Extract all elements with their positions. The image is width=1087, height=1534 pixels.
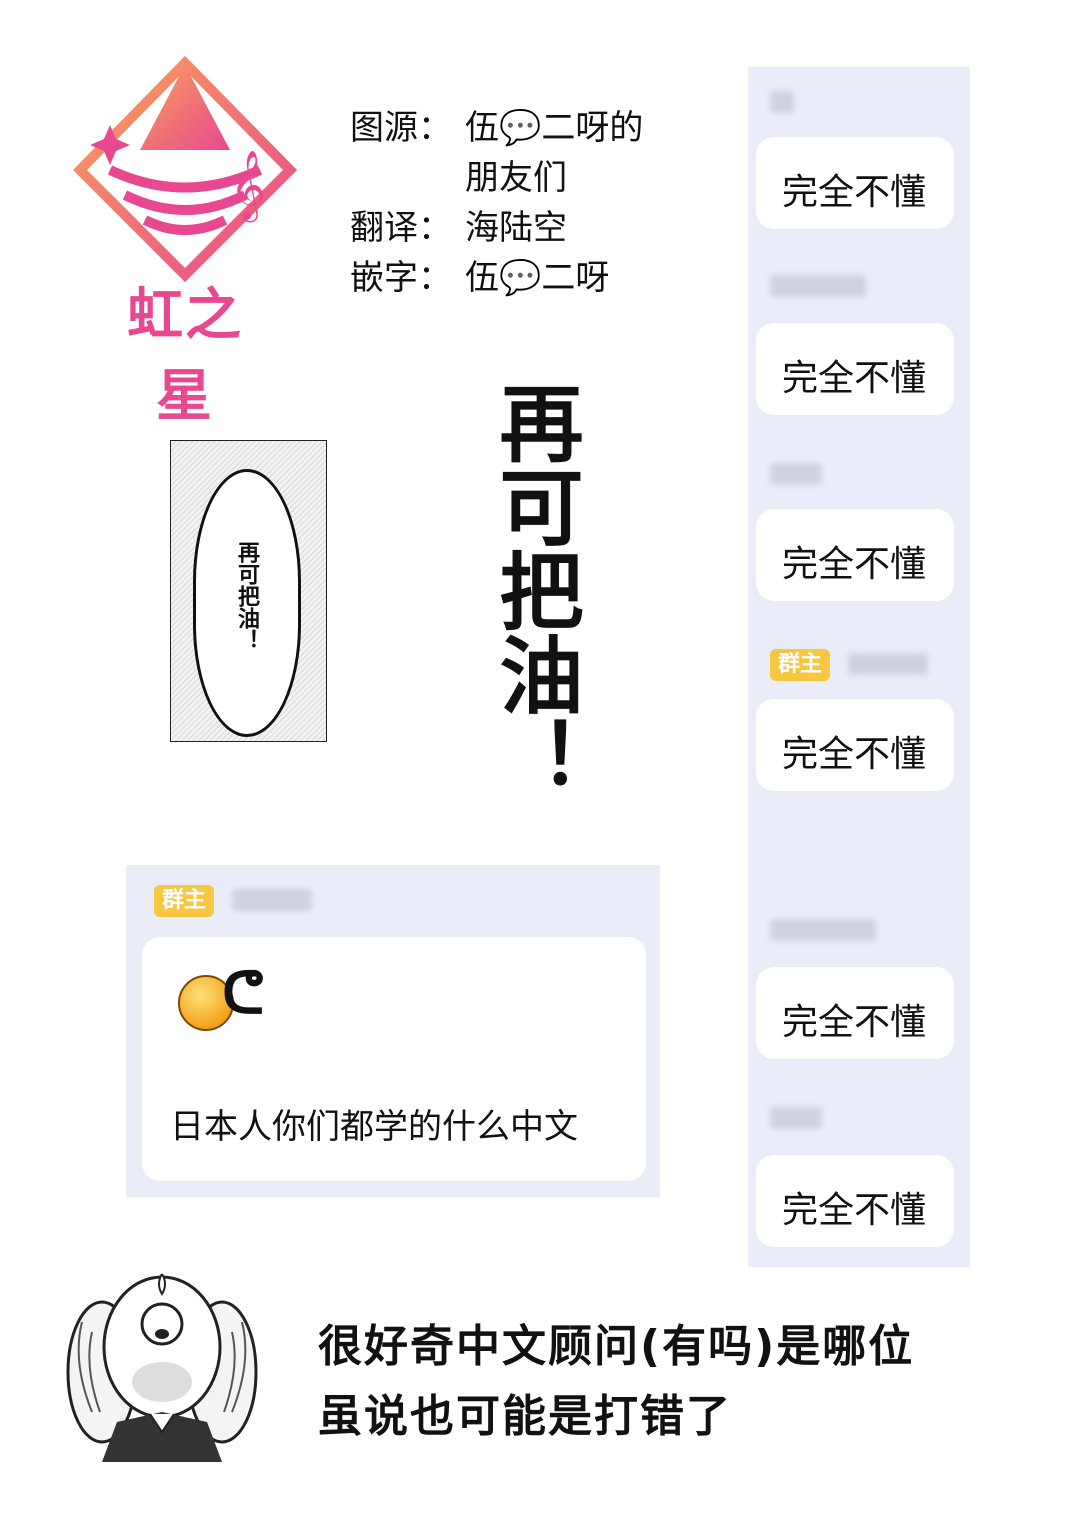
credit-value: 伍💬二呀 [465,258,610,298]
message-text: 完全不懂 [782,358,927,399]
credit-value: 朋友们 [465,158,567,198]
credit-label: 嵌字： [350,258,452,298]
owner-badge: 群主 [770,649,831,681]
message-text: 完全不懂 [782,172,927,213]
star-music-icon: 𝄞 [72,55,298,283]
owner-badge: 群主 [154,885,215,917]
credit-translate: 翻译： 海陆空 [350,200,567,249]
credit-source-cont: 朋友们 [350,150,567,199]
svg-text:𝄞: 𝄞 [230,150,265,222]
blurred-username [848,653,928,675]
blurred-username [770,919,876,941]
note-line-2: 虽说也可能是打错了 [318,1391,732,1442]
manga-panel: 再可把油！ [170,440,327,742]
blurred-username [770,91,794,113]
message-bubble: 完全不懂 [756,1155,954,1247]
message-text: 日本人你们都学的什么中文 [170,1107,578,1147]
message-bubble: 完全不懂 [756,323,954,415]
logo-text: 虹之星 [127,283,243,429]
message-bubble: 完全不懂 [756,967,954,1059]
blurred-username [770,1107,822,1129]
message-bubble: 完全不懂 [756,509,954,601]
message-text: 完全不懂 [782,734,927,775]
message-bubble: 完全不懂 [756,137,954,229]
big-vertical-text: 再可把油！ [486,380,585,800]
message-bubble: ᕦ 日本人你们都学的什么中文 [142,937,646,1181]
speech-bubble-text: 再可把油！ [234,541,259,651]
blurred-username [770,275,866,297]
credit-value: 海陆空 [465,208,567,248]
credit-label: 翻译： [350,208,452,248]
message-bubble: 完全不懂 [756,699,954,791]
note-line-1: 很好奇中文顾问(有吗)是哪位 [318,1321,915,1372]
message-text: 完全不懂 [782,1002,927,1043]
mascot-icon [66,1273,258,1462]
chat-column-right: 完全不懂 完全不懂 完全不懂 群主 完全不懂 完全不懂 完全不懂 [748,67,970,1267]
chat-card-left: 群主 ᕦ 日本人你们都学的什么中文 [126,865,660,1197]
credit-value: 伍💬二呀的 [465,108,644,148]
message-text: 完全不懂 [782,544,927,585]
credit-typeset: 嵌字： 伍💬二呀 [350,250,609,299]
mascot-illustration [62,1262,262,1462]
blurred-username [232,889,312,911]
blurred-username [770,463,822,485]
credit-label: 图源： [350,108,452,148]
scribble-emoji-icon: ᕦ [222,959,265,1027]
credit-source: 图源： 伍💬二呀的 [350,100,643,149]
message-text: 完全不懂 [782,1190,927,1231]
